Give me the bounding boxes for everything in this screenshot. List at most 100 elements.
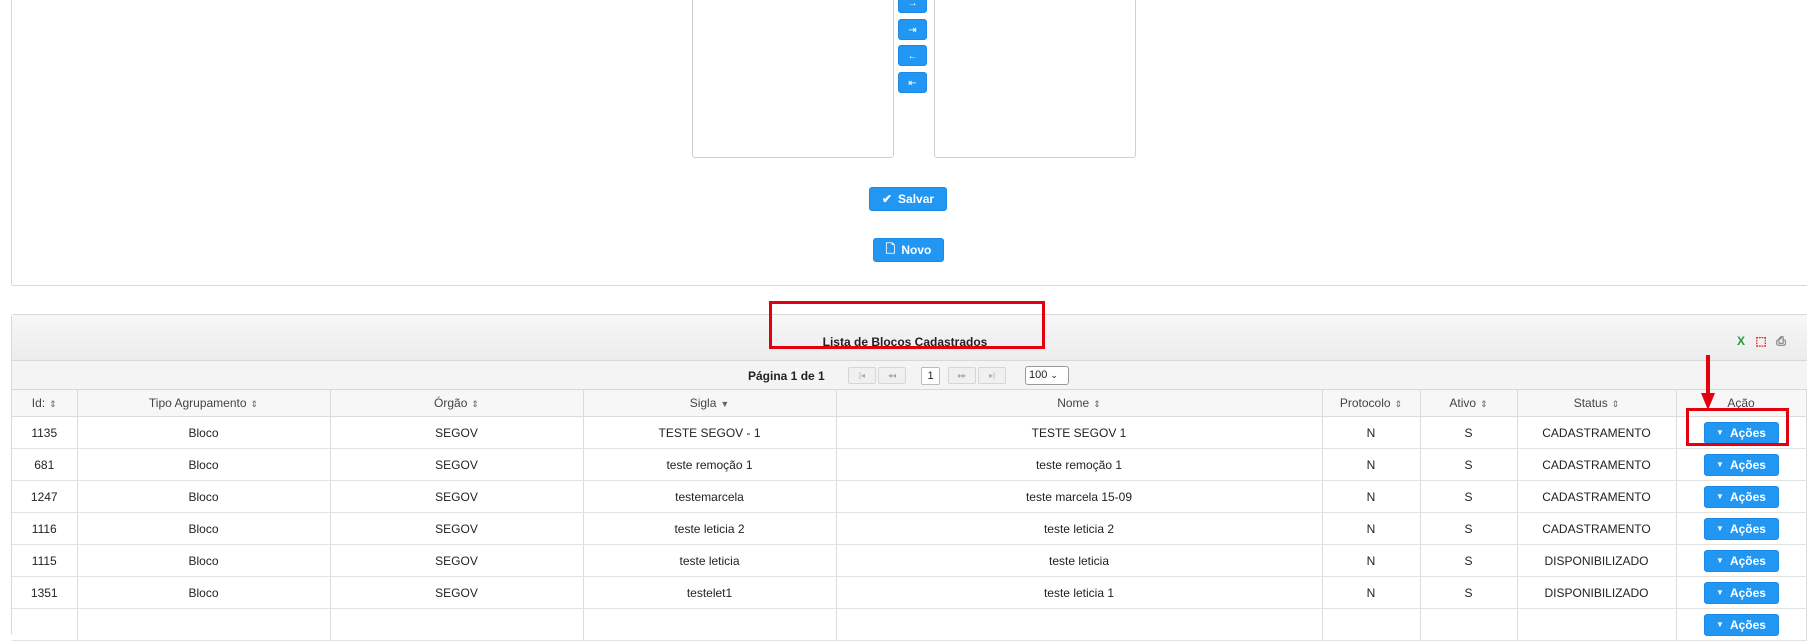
cell-protocolo: N	[1322, 480, 1421, 513]
sort-icon: ⇕	[1611, 399, 1620, 409]
cell-orgao: SEGOV	[330, 512, 584, 545]
move-all-right-button[interactable]: ⇥	[898, 19, 927, 40]
table-row: 1351 Bloco SEGOV testelet1 teste leticia…	[12, 576, 1807, 609]
col-orgao[interactable]: Órgão ⇕	[330, 390, 584, 417]
sort-icon: ⇕	[1480, 399, 1488, 409]
sort-icon: ⇕	[49, 399, 57, 409]
cell-status: CADASTRAMENTO	[1517, 448, 1677, 481]
cell-ativo: S	[1420, 544, 1518, 577]
prev-page-button[interactable]: ◂◂	[878, 367, 906, 384]
first-page-button[interactable]: |◂	[848, 367, 876, 384]
print-icon[interactable]: ⎙	[1772, 332, 1790, 350]
sort-icon: ⇕	[250, 399, 259, 409]
sort-icon: ⇕	[471, 399, 479, 409]
chevron-down-icon: ⌄	[1050, 370, 1058, 380]
cell-status: DISPONIBILIZADO	[1517, 544, 1677, 577]
move-all-left-button[interactable]: ⇤	[898, 72, 927, 93]
caret-down-icon: ▼	[1716, 556, 1724, 565]
cell-nome: teste remoção 1	[836, 448, 1323, 481]
cell-protocolo: N	[1322, 512, 1421, 545]
caret-down-icon: ▼	[1716, 588, 1724, 597]
cell-acao: ▼ Ações	[1676, 576, 1807, 609]
cell-tipo: Bloco	[77, 544, 331, 577]
new-button-label: Novo	[901, 243, 932, 257]
col-ativo[interactable]: Ativo ⇕	[1420, 390, 1518, 417]
cell-id: 681	[12, 448, 78, 481]
current-page-button[interactable]: 1	[921, 367, 940, 385]
move-right-button[interactable]: →	[898, 0, 927, 13]
caret-down-icon: ▼	[1716, 460, 1724, 469]
acoes-button[interactable]: ▼ Ações	[1703, 485, 1779, 508]
col-protocolo[interactable]: Protocolo ⇕	[1322, 390, 1421, 417]
cell-protocolo: N	[1322, 416, 1421, 449]
cell-sigla	[583, 608, 837, 641]
cell-ativo: S	[1420, 512, 1518, 545]
cell-id: 1247	[12, 480, 78, 513]
page-size-select[interactable]: 100 ⌄	[1025, 366, 1069, 385]
cell-sigla: testemarcela	[583, 480, 837, 513]
cell-orgao: SEGOV	[330, 416, 584, 449]
cell-ativo: S	[1420, 480, 1518, 513]
picklist-source[interactable]	[692, 0, 894, 158]
acoes-highlight-box	[1686, 408, 1789, 446]
acoes-button[interactable]: ▼ Ações	[1703, 581, 1779, 604]
cell-ativo: S	[1420, 416, 1518, 449]
cell-ativo	[1420, 608, 1518, 641]
table-row: 1116 Bloco SEGOV teste leticia 2 teste l…	[12, 512, 1807, 545]
cell-tipo: Bloco	[77, 448, 331, 481]
save-button[interactable]: ✔ Salvar	[869, 187, 947, 211]
cell-nome: teste marcela 15-09	[836, 480, 1323, 513]
col-sigla[interactable]: Sigla ▼	[583, 390, 837, 417]
table-header-row: Id: ⇕ Tipo Agrupamento ⇕ Órgão ⇕ Sigla ▼ Nom…	[12, 390, 1807, 417]
cell-acao: ▼ Ações	[1676, 448, 1807, 481]
cell-sigla: teste remoção 1	[583, 448, 837, 481]
col-id[interactable]: Id: ⇕	[12, 390, 78, 417]
col-status[interactable]: Status ⇕	[1517, 390, 1677, 417]
title-highlight-box	[769, 301, 1045, 349]
pdf-export-icon[interactable]: ⬚	[1752, 332, 1770, 350]
cell-status	[1517, 608, 1677, 641]
cell-sigla: teste leticia	[583, 544, 837, 577]
col-nome[interactable]: Nome ⇕	[836, 390, 1323, 417]
cell-tipo: Bloco	[77, 576, 331, 609]
caret-down-icon: ▼	[1716, 524, 1724, 533]
cell-nome: teste leticia 1	[836, 576, 1323, 609]
cell-id: 1116	[12, 512, 78, 545]
cell-id: 1115	[12, 544, 78, 577]
cell-acao: ▼ Ações	[1676, 544, 1807, 577]
cell-protocolo: N	[1322, 448, 1421, 481]
page-size-value: 100	[1029, 369, 1048, 381]
new-button[interactable]: 🗋 Novo	[873, 238, 944, 262]
cell-tipo: Bloco	[77, 512, 331, 545]
excel-export-icon[interactable]: X	[1732, 332, 1750, 350]
table-row: 1115 Bloco SEGOV teste leticia teste let…	[12, 544, 1807, 577]
picklist-target[interactable]	[934, 0, 1136, 158]
sort-icon: ⇕	[1093, 399, 1101, 409]
acoes-button[interactable]: ▼ Ações	[1703, 517, 1779, 540]
red-arrow-icon	[1701, 355, 1715, 410]
cell-acao: ▼ Ações	[1676, 512, 1807, 545]
export-toolbar: X ⬚ ⎙	[1732, 332, 1790, 350]
cell-ativo: S	[1420, 576, 1518, 609]
cell-protocolo: N	[1322, 544, 1421, 577]
next-page-button[interactable]: ▸▸	[948, 367, 976, 384]
caret-down-icon: ▼	[1716, 492, 1724, 501]
acoes-button[interactable]: ▼ Ações	[1703, 453, 1779, 476]
last-page-button[interactable]: ▸|	[978, 367, 1006, 384]
acoes-button[interactable]: ▼ Ações	[1703, 549, 1779, 572]
cell-sigla: teste leticia 2	[583, 512, 837, 545]
cell-orgao: SEGOV	[330, 544, 584, 577]
cell-orgao: SEGOV	[330, 480, 584, 513]
cell-tipo	[77, 608, 331, 641]
cell-orgao	[330, 608, 584, 641]
move-left-button[interactable]: ←	[898, 45, 927, 66]
col-tipo-agrupamento[interactable]: Tipo Agrupamento ⇕	[77, 390, 331, 417]
cell-protocolo: N	[1322, 576, 1421, 609]
cell-status: CADASTRAMENTO	[1517, 480, 1677, 513]
acoes-button[interactable]: ▼ Ações	[1703, 613, 1779, 636]
cell-orgao: SEGOV	[330, 448, 584, 481]
paginator: Página 1 de 1 |◂ ◂◂ 1 ▸▸ ▸| 100 ⌄	[12, 361, 1807, 390]
save-button-label: Salvar	[898, 192, 935, 206]
cell-acao: ▼ Ações	[1676, 480, 1807, 513]
cell-protocolo	[1322, 608, 1421, 641]
